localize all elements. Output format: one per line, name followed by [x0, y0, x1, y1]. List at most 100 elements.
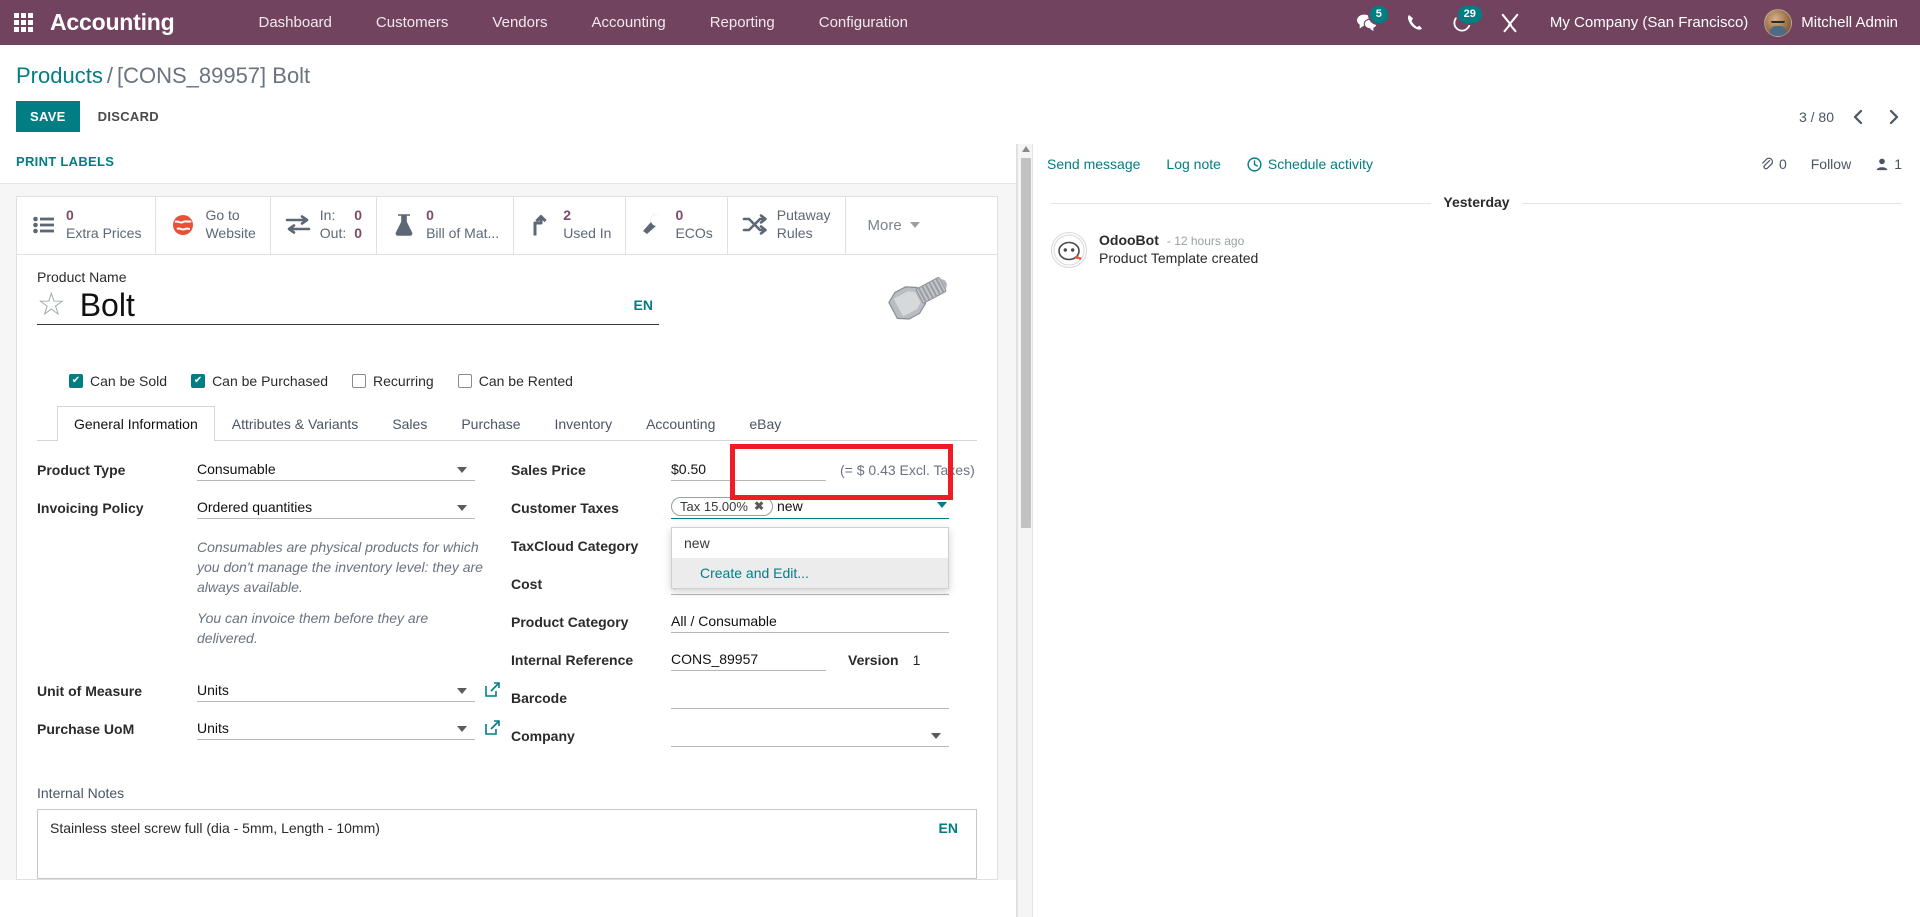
product-name-language-badge[interactable]: EN [634, 297, 659, 313]
tab-sales[interactable]: Sales [375, 406, 444, 441]
customer-taxes-field[interactable]: Tax 15.00% ✖ new [671, 496, 949, 519]
breadcrumb-products[interactable]: Products [16, 63, 103, 88]
stat-button-bill-of-materials[interactable]: 0 Bill of Mat... [377, 197, 515, 254]
stat-out-key: Out: [319, 225, 347, 242]
debug-tools-button[interactable] [1486, 13, 1534, 33]
menu-customers[interactable]: Customers [354, 14, 471, 31]
stat-label: Used In [563, 225, 612, 242]
tab-accounting[interactable]: Accounting [629, 406, 732, 441]
scrollbar-thumb[interactable] [1021, 158, 1031, 528]
field-label: Purchase UoM [37, 721, 135, 738]
internal-notes-textarea[interactable]: Stainless steel screw full (dia - 5mm, L… [37, 808, 977, 879]
checkbox-icon [191, 373, 206, 388]
checkbox-recurring[interactable]: Recurring [352, 373, 434, 389]
send-message-button[interactable]: Send message [1047, 156, 1140, 172]
scroll-up-arrow-icon[interactable] [1022, 146, 1030, 152]
form-sheet: Product Name ☆ Bolt EN ✔ Can be Sold ✔ C… [16, 253, 998, 880]
field-label: Sales Price [511, 461, 586, 478]
messages-button[interactable]: 5 [1342, 3, 1392, 33]
purchase-uom-internal-link-button[interactable] [485, 718, 500, 736]
phone-icon [1407, 15, 1422, 30]
field-internal-reference: Internal Reference CONS_89957 Version 1 [511, 649, 977, 675]
schedule-activity-label: Schedule activity [1267, 156, 1373, 172]
chevron-down-icon[interactable] [937, 501, 947, 508]
stat-button-used-in[interactable]: 2 Used In [514, 197, 627, 254]
tab-ebay[interactable]: eBay [732, 406, 798, 441]
chatter-right-tools: 0 Follow 1 [1760, 156, 1902, 172]
discard-button[interactable]: DISCARD [84, 101, 173, 132]
print-labels-button[interactable]: PRINT LABELS [16, 150, 114, 173]
wrench-icon [640, 214, 666, 236]
app-brand-title: Accounting [50, 9, 175, 35]
stat-button-go-to-website[interactable]: Go to Website [156, 197, 271, 254]
phone-button[interactable] [1392, 13, 1438, 32]
stat-button-putaway-rules[interactable]: Putaway Rules [728, 197, 846, 254]
product-category-input[interactable]: All / Consumable [671, 611, 949, 633]
company-selector[interactable]: My Company (San Francisco) [1534, 14, 1764, 31]
sales-price-input[interactable]: $0.50 [671, 459, 826, 481]
autocomplete-create-and-edit[interactable]: Create and Edit... [672, 557, 948, 588]
form-view-pane: PRINT LABELS 0 Extra Prices Go to Websit… [0, 144, 1017, 917]
pager-previous-button[interactable] [1848, 109, 1869, 124]
field-label: Customer Taxes [511, 499, 619, 516]
field-label: Internal Reference [511, 651, 634, 668]
save-button[interactable]: SAVE [16, 101, 80, 132]
log-note-button[interactable]: Log note [1166, 156, 1221, 172]
checkbox-can-be-purchased[interactable]: Can be Purchased [191, 373, 328, 389]
tab-inventory[interactable]: Inventory [538, 406, 630, 441]
external-link-icon [485, 682, 500, 698]
tab-general-information[interactable]: General Information [57, 405, 215, 441]
menu-reporting[interactable]: Reporting [688, 14, 797, 31]
checkbox-can-be-rented[interactable]: Can be Rented [457, 373, 573, 389]
version-label: Version [848, 651, 899, 668]
menu-accounting[interactable]: Accounting [569, 14, 687, 31]
remove-tag-icon[interactable]: ✖ [754, 499, 764, 513]
record-pager: 3 / 80 [1799, 109, 1904, 125]
field-label: TaxCloud Category [511, 537, 639, 554]
stat-out-value: 0 [354, 225, 363, 242]
user-icon [1876, 158, 1888, 171]
product-image[interactable] [869, 262, 961, 355]
internal-notes-language-badge[interactable]: EN [939, 820, 964, 868]
menu-vendors[interactable]: Vendors [470, 14, 569, 31]
field-sales-price: Sales Price $0.50 (= $ 0.43 Excl. Taxes) [511, 459, 977, 485]
form-scrollbar[interactable] [1017, 144, 1033, 917]
odoobot-avatar-icon [1051, 232, 1087, 268]
shuffle-icon [742, 214, 768, 236]
tab-purchase[interactable]: Purchase [444, 406, 537, 441]
uom-select[interactable]: Units [197, 680, 475, 703]
tax-tag[interactable]: Tax 15.00% ✖ [671, 496, 773, 516]
activities-button[interactable]: 29 [1438, 3, 1486, 33]
menu-configuration[interactable]: Configuration [797, 14, 930, 31]
invoicing-policy-select[interactable]: Ordered quantities [197, 497, 475, 519]
field-product-category: Product Category All / Consumable [511, 611, 977, 637]
purchase-uom-select[interactable]: Units [197, 718, 475, 741]
product-type-select[interactable]: Consumable [197, 459, 475, 481]
attachments-counter[interactable]: 0 [1760, 156, 1787, 172]
menu-dashboard[interactable]: Dashboard [237, 14, 354, 31]
autocomplete-option-new[interactable]: new [672, 528, 948, 558]
stat-button-in-out[interactable]: In: Out: 0 0 [271, 197, 378, 254]
chatter-toolbar: Send message Log note Schedule activity … [1033, 144, 1920, 182]
tab-attributes-variants[interactable]: Attributes & Variants [215, 406, 376, 441]
follow-button[interactable]: Follow [1811, 156, 1851, 172]
schedule-activity-button[interactable]: Schedule activity [1247, 156, 1373, 172]
activities-badge: 29 [1455, 3, 1484, 25]
product-name-input[interactable]: Bolt [80, 287, 620, 324]
pager-next-button[interactable] [1883, 109, 1904, 124]
exchange-icon [285, 214, 311, 236]
internal-reference-input[interactable]: CONS_89957 [671, 649, 826, 671]
user-menu[interactable]: Mitchell Admin [1764, 8, 1910, 37]
uom-internal-link-button[interactable] [485, 680, 500, 698]
customer-taxes-input[interactable]: new [777, 498, 837, 514]
apps-menu-button[interactable] [0, 13, 46, 32]
company-input[interactable] [671, 725, 949, 747]
star-outline-icon[interactable]: ☆ [37, 288, 66, 320]
attachment-count: 0 [1778, 156, 1787, 172]
followers-counter[interactable]: 1 [1875, 156, 1902, 172]
barcode-input[interactable] [671, 687, 949, 709]
checkbox-can-be-sold[interactable]: Can be Sold [69, 373, 167, 389]
stat-button-extra-prices[interactable]: 0 Extra Prices [17, 197, 157, 254]
stat-button-more[interactable]: More [846, 197, 942, 254]
stat-button-ecos[interactable]: 0 ECOs [626, 197, 728, 254]
